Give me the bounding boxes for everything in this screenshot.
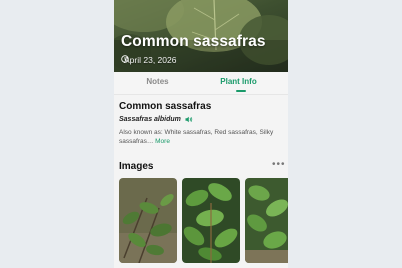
plant-name: Common sassafras bbox=[119, 101, 212, 112]
plant-image-thumbnail[interactable] bbox=[182, 178, 240, 263]
tab-notes[interactable]: Notes bbox=[114, 77, 201, 86]
active-tab-indicator bbox=[236, 90, 246, 92]
ellipsis-icon[interactable]: ••• bbox=[272, 159, 286, 170]
hero-title: Common sassafras bbox=[121, 33, 266, 50]
more-link[interactable]: More bbox=[155, 138, 170, 145]
plant-info-panel: Common sassafras Sassafras albidum Also … bbox=[114, 95, 288, 268]
tab-bar: Notes Plant Info bbox=[114, 72, 288, 95]
date-text: April 23, 2026 bbox=[124, 55, 177, 65]
hero-image: Common sassafras April 23, 2026 bbox=[114, 0, 288, 72]
images-section-title: Images bbox=[119, 161, 154, 172]
plant-detail-screen: Common sassafras April 23, 2026 Notes Pl… bbox=[114, 0, 288, 268]
tab-plant-info[interactable]: Plant Info bbox=[195, 77, 282, 86]
scientific-name: Sassafras albidum bbox=[119, 116, 181, 123]
also-known-as: Also known as: White sassafras, Red sass… bbox=[119, 128, 285, 146]
plant-image-thumbnail[interactable] bbox=[245, 178, 288, 263]
plant-image-thumbnail[interactable] bbox=[119, 178, 177, 263]
speaker-icon[interactable] bbox=[185, 116, 193, 123]
hero-date: April 23, 2026 bbox=[121, 55, 176, 65]
also-known-as-text: Also known as: White sassafras, Red sass… bbox=[119, 129, 274, 145]
scientific-name-row: Sassafras albidum bbox=[119, 116, 193, 123]
